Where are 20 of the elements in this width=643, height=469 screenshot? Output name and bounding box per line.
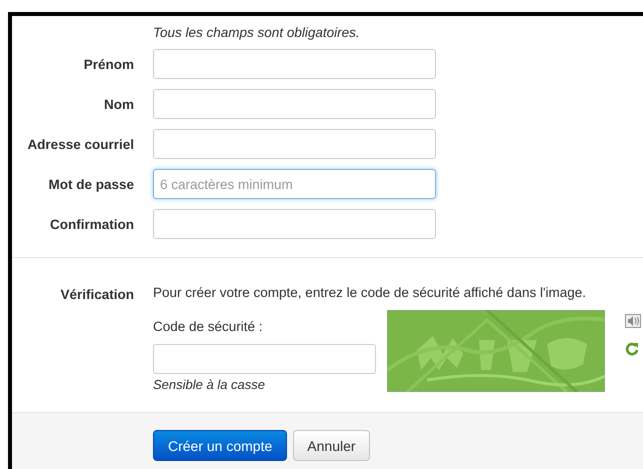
input-field[interactable]	[153, 49, 436, 79]
speaker-icon[interactable]	[625, 314, 641, 328]
field-label: Nom	[103, 96, 135, 112]
instructions: Pour créer votre compte, entrez le code de sécurité affiché dans l'image.	[153, 285, 588, 300]
create-account-button[interactable]: Créer un compte	[153, 430, 288, 461]
field-label: Confirmation	[49, 216, 135, 232]
input-field[interactable]	[153, 344, 376, 374]
field-label: Prénom	[82, 56, 135, 72]
input-field[interactable]	[153, 89, 436, 119]
field-label: Mot de passe	[47, 176, 135, 192]
cancel-button[interactable]: Annuler	[293, 430, 370, 461]
input-field[interactable]	[153, 129, 436, 159]
required-note: Tous les champs sont obligatoires.	[153, 25, 361, 40]
field-label: Vérification	[59, 286, 135, 304]
field-label: Code de sécurité :	[153, 319, 264, 334]
refresh-icon[interactable]	[625, 342, 639, 356]
input-field[interactable]	[153, 209, 436, 239]
input-field[interactable]: 6 caractères minimum	[153, 169, 436, 199]
hint-text: Sensible à la casse	[153, 377, 266, 392]
field-label: Adresse courriel	[26, 136, 135, 152]
